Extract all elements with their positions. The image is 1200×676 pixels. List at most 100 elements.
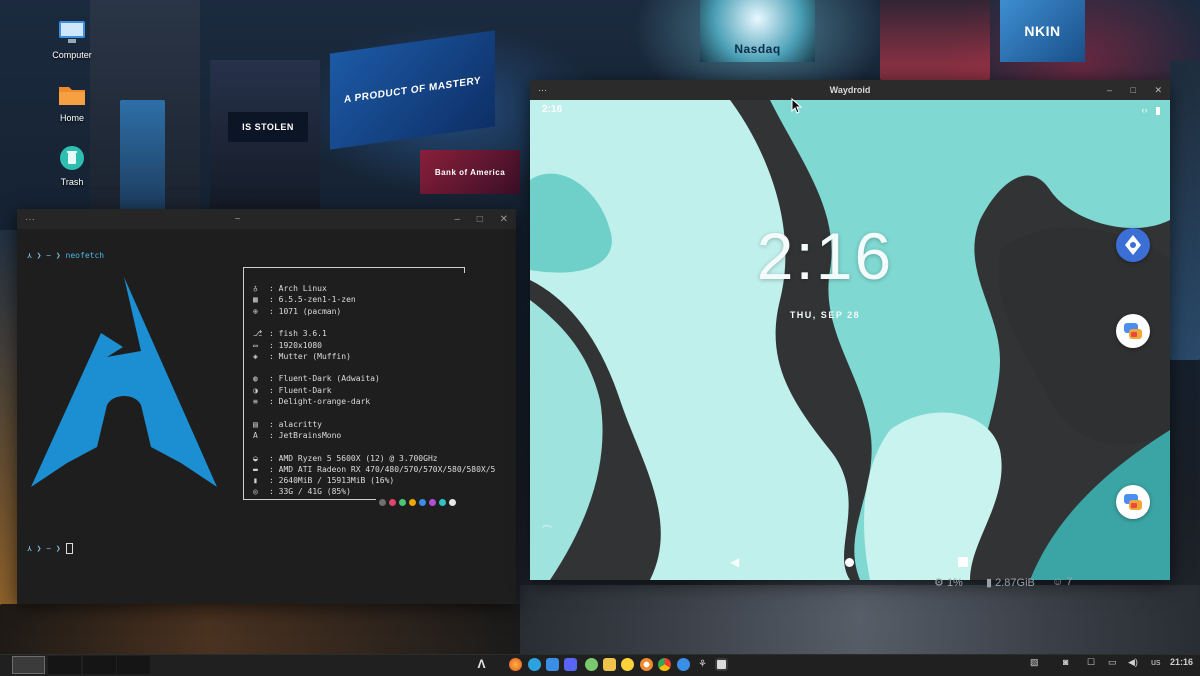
terminal-prompt-current[interactable]: ⋏ ❯ ~ ❯	[27, 543, 73, 554]
neofetch-value: : Mutter (Muffin)	[269, 351, 351, 361]
accessibility-icon[interactable]: ⌒	[542, 522, 552, 537]
neofetch-value: : AMD Ryzen 5 5600X (12) @ 3.700GHz	[269, 453, 438, 463]
status-bar-time: 2:16	[542, 104, 563, 115]
desktop-icon-home[interactable]: Home	[37, 83, 107, 123]
neofetch-info-box: ♁: Arch Linux ▦: 6.5.5-zen1-1-zen ⊕: 1071 …	[243, 267, 495, 500]
shell-icon: ⎇	[253, 329, 263, 339]
desktop-icon-label: Trash	[60, 177, 84, 187]
desktop-icon-computer[interactable]: Computer	[37, 20, 107, 60]
home-icon[interactable]	[845, 558, 854, 567]
neofetch-value: : 1071 (pacman)	[269, 306, 342, 316]
messages-app-icon-2[interactable]	[1116, 485, 1150, 519]
notes-icon[interactable]	[585, 658, 598, 671]
neofetch-value: : fish 3.6.1	[269, 329, 327, 339]
maps-app-icon[interactable]	[1116, 228, 1150, 262]
neofetch-line: ◈ : Mutter (Muffin)	[253, 352, 351, 361]
workspace-1[interactable]	[12, 656, 45, 674]
workspace-4[interactable]	[117, 656, 150, 674]
desktop-icon-label: Home	[59, 113, 84, 123]
display-icon[interactable]: ▭	[1108, 657, 1117, 668]
taskbar: Λ ⚘ ▧ ◙ ☐ ▭ ◀) us 21:16	[0, 654, 1200, 676]
android-lockscreen[interactable]: 2:16 ‹› 2:16 THU, SEP 28 ⌒ ◀	[530, 100, 1170, 580]
emoji-icon[interactable]	[621, 658, 634, 671]
settings-icon[interactable]	[677, 658, 690, 671]
sync-icon: ‹›	[1141, 105, 1148, 115]
package-icon: ⊕	[253, 306, 258, 316]
neofetch-line: ▬: AMD ATI Radeon RX 470/480/570/570X/58…	[253, 465, 495, 474]
minimize-icon[interactable]: –	[454, 214, 460, 225]
neofetch-value: : 6.5.5-zen1-1-zen	[269, 295, 356, 305]
icons-icon: ◑	[253, 385, 258, 395]
color-palette	[379, 499, 456, 506]
screenshot-icon[interactable]: ▧	[1030, 657, 1039, 668]
close-icon[interactable]: ✕	[1154, 85, 1162, 95]
network-icon[interactable]: ☐	[1087, 657, 1095, 668]
memory-value: 2.87GiB	[995, 577, 1035, 589]
memory-icon: ▮	[253, 476, 258, 486]
back-icon[interactable]: ◀	[730, 555, 739, 569]
waydroid-titlebar[interactable]: ··· Waydroid – □ ✕	[530, 80, 1170, 100]
cpu-widget: ⚙ 1%	[934, 576, 963, 589]
neofetch-line: ◑: Fluent-Dark	[253, 386, 332, 395]
maximize-icon[interactable]: □	[477, 214, 483, 225]
users-icon: ☺	[1052, 576, 1064, 588]
users-value: 7	[1066, 576, 1073, 588]
window-menu-button[interactable]: ···	[25, 214, 35, 225]
clock[interactable]: 21:16	[1170, 657, 1193, 667]
neofetch-line: ▤ : alacritty	[253, 420, 322, 429]
neofetch-value: : 33G / 41G (85%)	[269, 487, 351, 497]
files-icon[interactable]	[546, 658, 559, 671]
cursor-icon	[65, 543, 73, 554]
lockscreen-date: THU, SEP 28	[789, 310, 861, 320]
neofetch-value: : JetBrainsMono	[269, 430, 342, 440]
arch-menu-icon[interactable]: Λ	[475, 658, 488, 671]
display-icon: ▭	[253, 340, 258, 350]
window-title: ~	[234, 213, 241, 225]
waydroid-icon[interactable]	[715, 658, 728, 671]
font-icon: A	[253, 430, 258, 440]
volume-icon[interactable]: ◀)	[1128, 657, 1138, 668]
telegram-icon[interactable]	[528, 658, 541, 671]
billboard-stolen: IS STOLEN	[228, 112, 308, 142]
camera-icon[interactable]: ◙	[1063, 657, 1068, 667]
chrome-icon[interactable]	[658, 658, 671, 671]
neofetch-line: ▭: 1920x1080	[253, 341, 322, 350]
battery-icon	[1156, 106, 1160, 115]
users-widget: ☺ 7	[1052, 576, 1072, 588]
folder-icon[interactable]	[603, 658, 616, 671]
color-dot	[429, 499, 436, 506]
workspace-2[interactable]	[48, 656, 81, 674]
prompt-symbol: ⋏ ❯ ~ ❯	[27, 251, 61, 260]
workspace-3[interactable]	[83, 656, 116, 674]
blender-icon[interactable]	[640, 658, 653, 671]
color-dot	[449, 499, 456, 506]
neofetch-line: ◎: 33G / 41G (85%)	[253, 487, 351, 496]
terminal-window[interactable]: ··· ~ – □ ✕ ⋏ ❯ ~ ❯ neofetch ♁: Arch Lin…	[17, 209, 516, 604]
close-icon[interactable]: ✕	[500, 214, 508, 225]
memory-icon: ▮	[986, 577, 993, 589]
discord-icon[interactable]	[564, 658, 577, 671]
terminal-titlebar[interactable]: ··· ~ – □ ✕	[17, 209, 516, 229]
status-bar-icons: ‹›	[1141, 105, 1160, 115]
recents-icon[interactable]	[958, 557, 968, 567]
desktop-icon-trash[interactable]: Trash	[37, 145, 107, 187]
firefox-icon[interactable]	[509, 658, 522, 671]
minimize-icon[interactable]: –	[1107, 85, 1112, 95]
terminal-prompt: ⋏ ❯ ~ ❯ neofetch	[27, 251, 104, 260]
waydroid-window[interactable]: ··· Waydroid – □ ✕ 2:16 ‹› 2:16 THU, SEP…	[530, 80, 1170, 580]
arch-logo-icon	[31, 277, 217, 487]
cpu-icon: ◒	[253, 453, 258, 463]
wm-icon: ◈	[253, 351, 258, 361]
messages-app-icon[interactable]	[1116, 314, 1150, 348]
neofetch-line: A : JetBrainsMono	[253, 431, 341, 440]
terminal-icon: ▤	[253, 419, 258, 429]
billboard-nasdaq: Nasdaq	[700, 0, 815, 62]
theme-icon: ◍	[253, 374, 258, 384]
keyboard-layout[interactable]: us	[1151, 657, 1161, 667]
neofetch-value: : alacritty	[269, 419, 322, 429]
color-dot	[419, 499, 426, 506]
maximize-icon[interactable]: □	[1131, 85, 1136, 95]
cursor-icon: ≡	[253, 397, 258, 406]
neofetch-line: ≡: Delight-orange-dark	[253, 397, 370, 406]
app-icon[interactable]: ⚘	[696, 658, 709, 671]
